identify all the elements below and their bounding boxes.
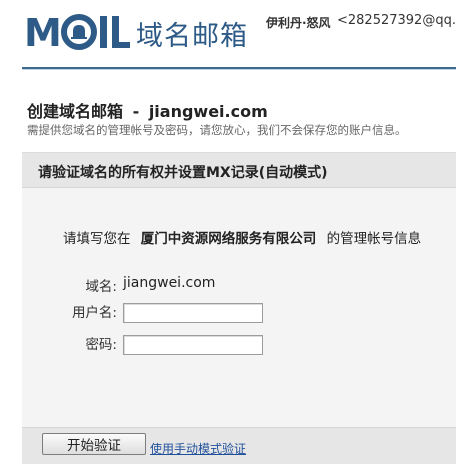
password-input[interactable] [123, 335, 263, 355]
intro-text: 请填写您在 厦门中资源网络服务有限公司 的管理帐号信息 [63, 227, 421, 247]
panel-header: 请验证域名的所有权并设置MX记录(自动模式) [22, 153, 456, 188]
domain-value: jiangwei.com [123, 275, 216, 291]
svg-text:M: M [24, 12, 62, 52]
intro-prefix: 请填写您在 [63, 231, 131, 247]
start-verification-button[interactable]: 开始验证 [42, 433, 146, 455]
logo-icon: M [24, 12, 130, 52]
product-name: 域名邮箱 [136, 21, 248, 52]
domain-label: 域名: [85, 279, 117, 295]
username-label: 用户名: [71, 305, 117, 321]
registrar-name: 厦门中资源网络服务有限公司 [140, 231, 317, 247]
verification-panel: 请验证域名的所有权并设置MX记录(自动模式) 请填写您在 厦门中资源网络服务有限… [22, 152, 456, 464]
password-label: 密码: [85, 337, 117, 353]
page-title: 创建域名邮箱 - jiangwei.com [27, 98, 268, 122]
page-title-domain: jiangwei.com [148, 102, 268, 121]
header-divider-shadow [22, 69, 456, 70]
user-name: 伊利丹·怒风 [266, 16, 331, 30]
panel-title: 请验证域名的所有权并设置MX记录(自动模式) [38, 165, 328, 181]
page-subtitle: 需提供您域名的管理帐号及密码，请您放心，我们不会保存您的账户信息。 [27, 123, 407, 137]
page-title-separator: - [132, 102, 140, 121]
manual-mode-link[interactable]: 使用手动模式验证 [150, 440, 246, 457]
intro-suffix: 的管理帐号信息 [326, 231, 422, 247]
panel-footer: 开始验证 使用手动模式验证 [22, 427, 456, 464]
username-input[interactable] [123, 303, 263, 323]
user-email: <282527392@qq.co [337, 13, 456, 28]
page-title-prefix: 创建域名邮箱 [27, 102, 124, 121]
app-header: M 域名邮箱 伊利丹·怒风 <282527392@qq.co [0, 0, 456, 70]
